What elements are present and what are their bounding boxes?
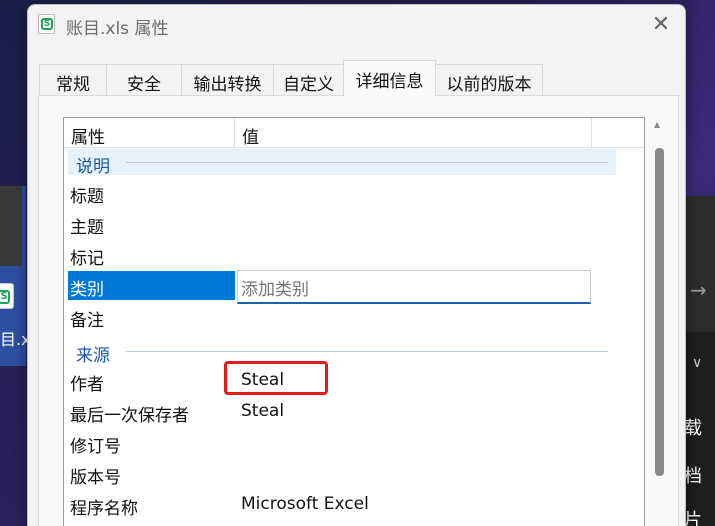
red-annotation-box xyxy=(224,361,328,395)
background-menu-text: 载 xyxy=(684,418,702,439)
tab-previous-versions[interactable]: 以前的版本 xyxy=(435,64,543,95)
arrow-right-icon[interactable]: → xyxy=(690,278,707,302)
property-name: 备注 xyxy=(70,311,104,331)
property-name: 作者 xyxy=(70,375,104,395)
tab-general[interactable]: 常规 xyxy=(39,64,107,95)
group-label: 说明 xyxy=(76,157,110,177)
group-header-origin: 来源 xyxy=(68,338,616,366)
property-row[interactable]: 作者 Steal xyxy=(68,361,616,397)
dialog-title: 账目.xls 属性 xyxy=(66,19,169,39)
column-divider[interactable] xyxy=(234,118,235,148)
properties-dialog: S 账目.xls 属性 ✕ 常规 安全 输出转换 自定义 详细信息 以前的版本 … xyxy=(27,4,686,526)
vertical-scrollbar[interactable]: ▲ xyxy=(651,116,667,526)
spreadsheet-file-icon: S xyxy=(38,14,55,34)
property-row[interactable]: 主题 xyxy=(68,209,616,240)
property-row[interactable]: 标记 xyxy=(68,240,616,271)
tab-security[interactable]: 安全 xyxy=(106,64,182,95)
property-name: 类别 xyxy=(70,280,104,300)
property-value[interactable]: Steal xyxy=(241,401,284,421)
tab-pdf-convert[interactable]: 输出转换 xyxy=(181,64,274,95)
background-menu-text: 档 xyxy=(684,466,702,487)
scroll-up-arrow-icon[interactable]: ▲ xyxy=(654,120,660,129)
property-name: 版本号 xyxy=(70,468,121,488)
tab-details[interactable]: 详细信息 xyxy=(343,60,436,96)
group-divider xyxy=(126,351,608,352)
property-name: 程序名称 xyxy=(70,499,138,519)
property-row[interactable]: 版本号 xyxy=(68,459,616,490)
category-input[interactable] xyxy=(238,271,590,302)
tab-bar: 常规 安全 输出转换 自定义 详细信息 以前的版本 xyxy=(39,60,679,96)
property-name: 修订号 xyxy=(70,437,121,457)
tab-custom[interactable]: 自定义 xyxy=(273,64,344,95)
property-name: 最后一次保存者 xyxy=(70,406,189,426)
property-row[interactable]: 修订号 xyxy=(68,428,616,459)
group-header-description: 说明 xyxy=(68,149,616,177)
property-row[interactable]: 程序名称 Microsoft Excel xyxy=(68,490,616,521)
property-row[interactable]: 标题 xyxy=(68,178,616,209)
column-divider[interactable] xyxy=(591,118,592,148)
background-window-right-top xyxy=(686,196,715,332)
category-edit-box[interactable] xyxy=(237,270,591,304)
desktop-spreadsheet-file-icon[interactable]: S xyxy=(0,283,14,309)
property-row[interactable]: 最后一次保存者 Steal xyxy=(68,397,616,428)
desktop-file-label[interactable]: 目.x xyxy=(0,326,31,350)
column-header-property[interactable]: 属性 xyxy=(71,123,105,148)
property-name: 标记 xyxy=(70,249,104,269)
property-name: 主题 xyxy=(70,218,104,238)
scroll-thumb[interactable] xyxy=(655,148,664,476)
properties-list[interactable]: 属性 值 说明 标题 主题 标记 类别 添加类别 备注 来源 作者 Steal … xyxy=(63,117,645,526)
list-header: 属性 值 xyxy=(64,118,644,148)
property-row-selected[interactable]: 类别 xyxy=(68,270,616,304)
property-row[interactable]: 备注 xyxy=(68,302,616,333)
property-name: 标题 xyxy=(70,187,104,207)
group-divider xyxy=(126,162,608,163)
chevron-down-icon[interactable]: ∨ xyxy=(692,355,702,371)
details-panel: 属性 值 说明 标题 主题 标记 类别 添加类别 备注 来源 作者 Steal … xyxy=(38,95,679,526)
background-window-left-inner xyxy=(0,186,22,266)
column-header-value[interactable]: 值 xyxy=(242,123,259,148)
background-menu-text: 片 xyxy=(684,510,702,526)
group-label: 来源 xyxy=(76,346,110,366)
title-bar[interactable]: S 账目.xls 属性 ✕ xyxy=(28,5,685,45)
close-button[interactable]: ✕ xyxy=(647,11,675,39)
property-value[interactable]: Microsoft Excel xyxy=(241,494,369,514)
